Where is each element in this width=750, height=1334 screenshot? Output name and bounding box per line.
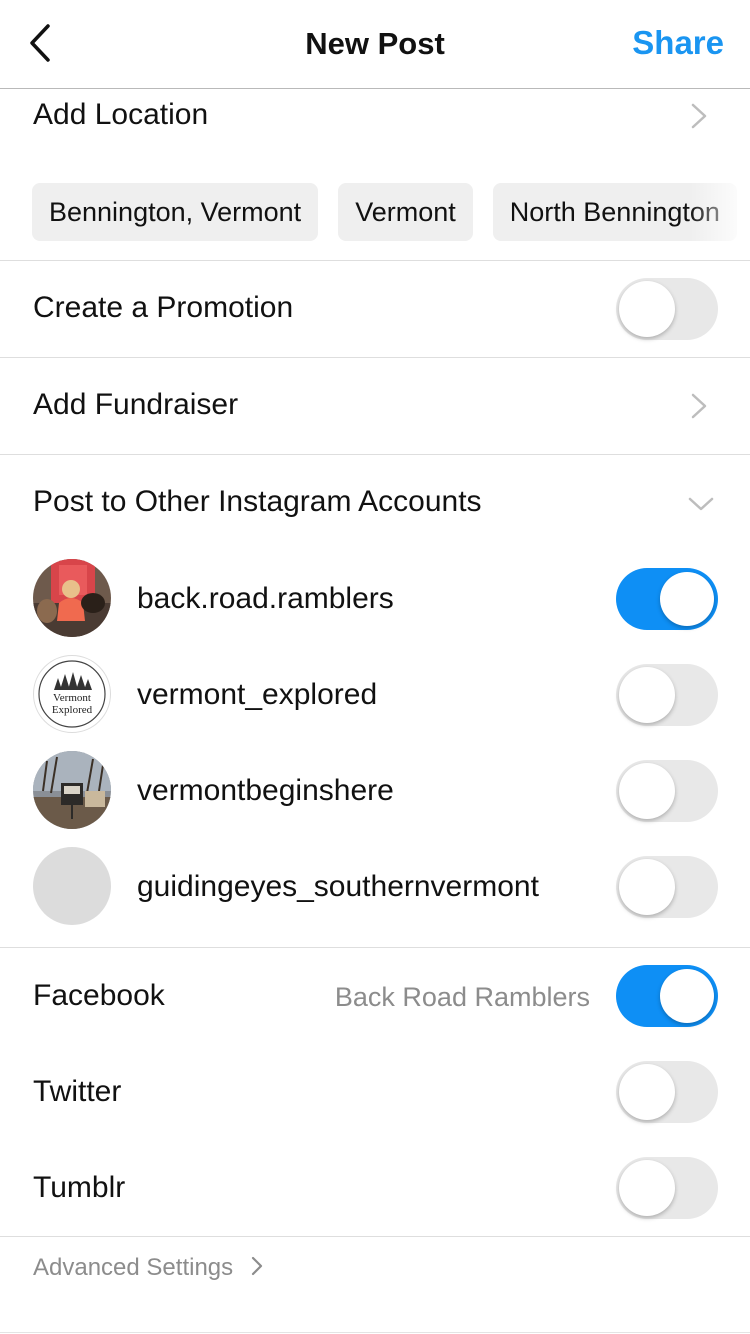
toggle-knob	[660, 969, 714, 1023]
location-chip[interactable]: Bennington, Vermont	[32, 183, 319, 241]
chevron-down-icon	[688, 497, 714, 511]
chevron-right-icon	[691, 103, 707, 129]
toggle-knob	[660, 572, 714, 626]
location-chip[interactable]: Vermont	[338, 183, 473, 241]
divider	[0, 947, 750, 948]
toggle-knob	[619, 281, 675, 337]
toggle-knob	[619, 763, 675, 819]
advanced-settings-label: Advanced Settings	[33, 1254, 234, 1281]
tumblr-label: Tumblr	[33, 1171, 126, 1204]
divider	[0, 454, 750, 455]
account-username: vermont_explored	[137, 678, 378, 711]
create-promotion-label: Create a Promotion	[33, 291, 294, 324]
tumblr-toggle[interactable]	[616, 1157, 718, 1219]
avatar: Vermont Explored	[33, 655, 111, 733]
toggle-knob	[619, 1160, 675, 1216]
twitter-toggle[interactable]	[616, 1061, 718, 1123]
facebook-label: Facebook	[33, 979, 165, 1012]
avatar-placeholder	[33, 847, 111, 925]
account-toggle-vermontbeginshere[interactable]	[616, 760, 718, 822]
promotion-toggle[interactable]	[616, 278, 718, 340]
account-username: back.road.ramblers	[137, 582, 394, 615]
account-toggle-guidingeyes[interactable]	[616, 856, 718, 918]
share-button[interactable]: Share	[632, 24, 724, 62]
account-username: guidingeyes_southernvermont	[137, 870, 539, 903]
facebook-toggle[interactable]	[616, 965, 718, 1027]
toggle-knob	[619, 1064, 675, 1120]
avatar-logo-text: Vermont Explored	[51, 692, 93, 716]
chips-fade-overlay	[690, 183, 750, 241]
divider	[0, 357, 750, 358]
divider	[0, 1236, 750, 1237]
advanced-settings-link[interactable]: Advanced Settings	[33, 1254, 264, 1282]
chevron-right-icon	[251, 1256, 262, 1276]
twitter-label: Twitter	[33, 1075, 122, 1108]
header-bar: New Post Share	[0, 0, 750, 89]
account-toggle-vermont-explored[interactable]	[616, 664, 718, 726]
toggle-knob	[619, 667, 675, 723]
avatar	[33, 751, 111, 829]
location-suggestions: Bennington, Vermont Vermont North Benningt…	[32, 183, 750, 241]
chevron-right-icon	[691, 393, 707, 419]
avatar	[33, 559, 111, 637]
account-toggle-back-road-ramblers[interactable]	[616, 568, 718, 630]
divider	[0, 260, 750, 261]
toggle-knob	[619, 859, 675, 915]
divider	[0, 1332, 750, 1333]
add-location-label: Add Location	[33, 98, 209, 131]
facebook-account-name: Back Road Ramblers	[334, 982, 590, 1012]
account-username: vermontbeginshere	[137, 774, 394, 807]
add-fundraiser-label: Add Fundraiser	[33, 388, 239, 421]
other-accounts-label: Post to Other Instagram Accounts	[33, 485, 482, 518]
